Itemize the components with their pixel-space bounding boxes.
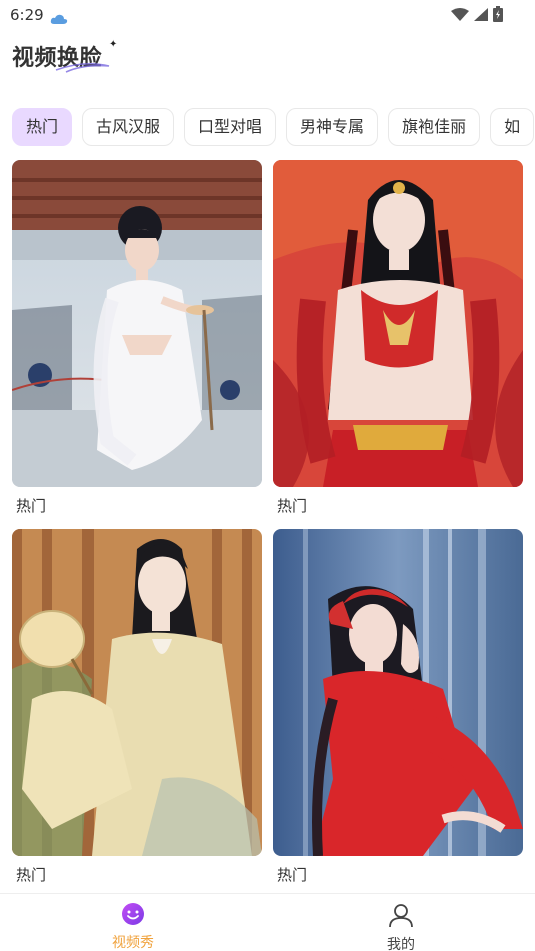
tab-ancient-hanfu[interactable]: 古风汉服 [82,108,175,146]
page-header: 视频换脸 ✦ [12,39,117,74]
sparkle-icon: ✦ [109,39,118,50]
card-label: 热门 [16,497,47,515]
wifi-icon [451,7,469,26]
woman-red-cloak-image [273,529,523,856]
video-card[interactable]: 热门 [12,529,262,885]
woman-white-hanfu-image [12,160,262,487]
person-icon [389,904,413,928]
tab-qipao[interactable]: 旗袍佳丽 [388,108,481,146]
nav-label: 我的 [387,937,415,951]
cloud-icon [50,10,68,29]
title-underline-decoration [55,62,110,73]
card-label: 热门 [16,866,47,884]
video-card[interactable]: 热门 [12,160,262,516]
card-label: 热门 [277,866,308,884]
video-card[interactable]: 热门 [273,160,523,516]
video-thumbnail[interactable] [12,160,262,487]
signal-icon [473,7,489,26]
bottom-nav: 视频秀 我的 [0,893,535,951]
video-thumbnail[interactable] [273,160,523,487]
video-thumbnail[interactable] [273,529,523,856]
woman-red-costume-image [273,160,523,487]
woman-yellow-hanfu-image [12,529,262,856]
video-card[interactable]: 热门 [273,529,523,885]
video-thumbnail[interactable] [12,529,262,856]
nav-label: 视频秀 [112,935,154,951]
tab-more[interactable]: 如 [490,108,535,146]
nav-video-show[interactable]: 视频秀 [98,902,168,951]
smiley-icon [122,903,144,925]
status-bar: 6:29 [0,0,535,30]
battery-icon [493,6,503,26]
card-label: 热门 [277,497,308,515]
tab-male[interactable]: 男神专属 [286,108,379,146]
nav-mine[interactable]: 我的 [366,902,436,951]
status-time: 6:29 [10,6,44,24]
category-tabs: 热门 古风汉服 口型对唱 男神专属 旗袍佳丽如 [12,108,535,146]
tab-lip-sync[interactable]: 口型对唱 [184,108,277,146]
tab-hot[interactable]: 热门 [12,108,73,146]
